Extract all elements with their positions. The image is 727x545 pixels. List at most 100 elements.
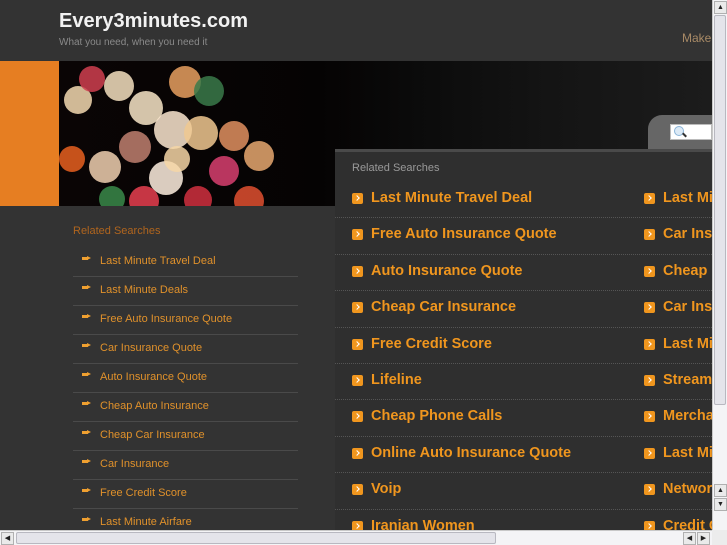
bokeh-circle	[234, 186, 264, 206]
sidebar-item[interactable]: Auto Insurance Quote	[73, 364, 298, 393]
related-search-label: Car Ins	[663, 299, 712, 316]
arrow-right-icon	[82, 459, 91, 464]
bokeh-circle	[99, 186, 125, 206]
related-search-label: Cheap Phone Calls	[371, 408, 503, 425]
chevron-right-icon	[352, 447, 363, 459]
related-search-label: Stream	[663, 371, 712, 388]
chevron-right-icon	[352, 411, 363, 423]
chevron-right-icon	[644, 302, 655, 314]
panel-row: Lifeline Stream	[335, 364, 712, 401]
banner-accent-block	[0, 61, 59, 206]
search-input[interactable]	[670, 124, 712, 140]
bokeh-circle	[79, 66, 105, 92]
related-search-label: Free Credit Score	[371, 335, 492, 352]
arrow-right-icon	[82, 285, 91, 290]
scroll-right-arrow-icon[interactable]: ▶	[697, 532, 710, 545]
sidebar-item-label: Last Minute Deals	[100, 284, 189, 296]
chevron-right-icon	[352, 338, 363, 350]
panel-row: Free Credit Score Last Mi	[335, 328, 712, 364]
related-search-label: Auto Insurance Quote	[371, 262, 523, 279]
sidebar-item[interactable]: Last Minute Travel Deal	[73, 248, 298, 277]
related-search-label: Networ	[663, 481, 712, 498]
chevron-right-icon	[644, 193, 655, 204]
bokeh-circle	[119, 131, 151, 163]
sidebar-item-label: Car Insurance Quote	[100, 342, 203, 354]
sidebar-item[interactable]: Car Insurance Quote	[73, 335, 298, 364]
related-search-label: Mercha	[663, 408, 712, 425]
horizontal-scroll-thumb[interactable]	[16, 532, 496, 544]
scroll-up-arrow-icon-lower[interactable]: ▲	[714, 484, 727, 497]
sidebar-item-label: Auto Insurance Quote	[100, 371, 208, 383]
arrow-right-icon	[82, 517, 91, 522]
vertical-scroll-thumb[interactable]	[714, 15, 726, 405]
sidebar-item[interactable]: Cheap Auto Insurance	[73, 393, 298, 422]
chevron-right-icon	[644, 265, 655, 277]
sidebar-title: Related Searches	[73, 225, 161, 237]
related-search-label: Car Ins	[663, 226, 712, 243]
panel-row: Auto Insurance Quote Cheap	[335, 255, 712, 292]
related-search-label: Last Mi	[663, 444, 712, 461]
scrollbar-corner	[712, 530, 727, 545]
top-link[interactable]: Make	[682, 31, 711, 45]
sidebar-item-label: Last Minute Travel Deal	[100, 255, 216, 267]
chevron-right-icon	[644, 447, 655, 459]
panel-row: Free Auto Insurance Quote Car Ins	[335, 218, 712, 255]
sidebar-item[interactable]: Last Minute Deals	[73, 277, 298, 306]
site-title[interactable]: Every3minutes.com	[59, 10, 248, 33]
vertical-scrollbar[interactable]: ▲ ▲ ▼	[712, 0, 727, 530]
arrow-right-icon	[82, 372, 91, 377]
chevron-right-icon	[644, 411, 655, 423]
bokeh-circle	[219, 121, 249, 151]
bokeh-circle	[164, 146, 190, 172]
arrow-right-icon	[82, 430, 91, 435]
sidebar-item[interactable]: Cheap Car Insurance	[73, 422, 298, 451]
arrow-right-icon	[82, 488, 91, 493]
bokeh-circle	[184, 186, 212, 206]
sidebar-item-label: Free Credit Score	[100, 487, 187, 499]
related-searches-panel: Related Searches Last Minute Travel Deal…	[335, 149, 712, 533]
bokeh-circle	[89, 151, 121, 183]
related-search-label: Last Minute Travel Deal	[371, 190, 533, 206]
sidebar-item-label: Last Minute Airfare	[100, 516, 192, 528]
chevron-right-icon	[644, 338, 655, 350]
panel-row: Cheap Car Insurance Car Ins	[335, 291, 712, 328]
scroll-up-arrow-icon[interactable]: ▲	[714, 1, 727, 14]
panel-row: Online Auto Insurance Quote Last Mi	[335, 437, 712, 474]
sidebar-list: Last Minute Travel Deal Last Minute Deals…	[73, 248, 298, 538]
chevron-right-icon	[644, 484, 655, 496]
panel-row: Last Minute Travel Deal Last Mi	[335, 182, 712, 219]
related-search-label: Lifeline	[371, 371, 422, 388]
bokeh-circle	[59, 146, 85, 172]
scroll-left-arrow-icon[interactable]: ◀	[1, 532, 14, 545]
chevron-right-icon	[644, 374, 655, 386]
sidebar-item-label: Cheap Car Insurance	[100, 429, 205, 441]
arrow-right-icon	[82, 314, 91, 319]
related-search-label: Last Mi	[663, 190, 712, 206]
sidebar-item[interactable]: Free Credit Score	[73, 480, 298, 509]
chevron-right-icon	[352, 265, 363, 277]
chevron-right-icon	[352, 193, 363, 204]
sidebar-item-label: Cheap Auto Insurance	[100, 400, 209, 412]
bokeh-circle	[184, 116, 218, 150]
sidebar-item-label: Car Insurance	[100, 458, 170, 470]
panel-link-grid: Last Minute Travel Deal Last Mi Free Auto …	[335, 182, 712, 533]
sidebar-item[interactable]: Free Auto Insurance Quote	[73, 306, 298, 335]
panel-row: Voip Networ	[335, 473, 712, 510]
panel-row: Cheap Phone Calls Mercha	[335, 400, 712, 437]
related-search-label: Last Mi	[663, 335, 712, 352]
arrow-right-icon	[82, 343, 91, 348]
site-header: Every3minutes.com What you need, when yo…	[0, 0, 712, 61]
chevron-right-icon	[352, 302, 363, 314]
sidebar-item[interactable]: Car Insurance	[73, 451, 298, 480]
related-search-label: Online Auto Insurance Quote	[371, 444, 572, 461]
scroll-left-arrow-icon-right[interactable]: ◀	[683, 532, 696, 545]
chevron-right-icon	[352, 229, 363, 241]
chevron-right-icon	[352, 484, 363, 496]
site-tagline: What you need, when you need it	[59, 37, 208, 48]
magnifier-handle	[682, 132, 687, 138]
horizontal-scrollbar[interactable]: ◀ ◀ ▶	[0, 530, 712, 545]
arrow-right-icon	[82, 401, 91, 406]
bokeh-circle	[244, 141, 274, 171]
related-search-label: Cheap	[663, 262, 708, 279]
scroll-down-arrow-icon[interactable]: ▼	[714, 498, 727, 511]
